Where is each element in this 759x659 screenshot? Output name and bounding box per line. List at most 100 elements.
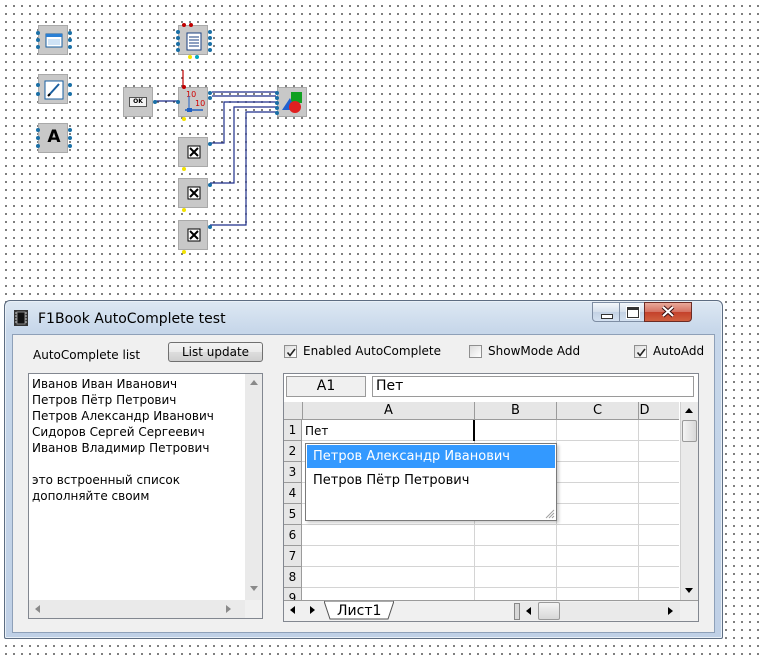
svg-text:10: 10 (186, 90, 196, 99)
row-header[interactable]: 5 (284, 504, 302, 525)
svg-text:10: 10 (195, 99, 205, 108)
sheet-grid[interactable]: A B C D 1 2 3 4 5 6 7 8 9 Пет Петров Але… (284, 402, 679, 600)
row-header[interactable]: 9 (284, 588, 302, 600)
checkmark-icon (286, 348, 296, 357)
f1book-component[interactable] (176, 23, 212, 59)
checkbox-component-1[interactable] (178, 137, 212, 171)
checkbox-component-3[interactable] (178, 220, 212, 254)
form-component[interactable] (36, 25, 72, 55)
column-header-d[interactable]: D (639, 402, 679, 420)
close-icon (661, 305, 675, 318)
title-bar[interactable]: F1Book AutoComplete test (5, 301, 722, 335)
minimize-button[interactable] (592, 302, 620, 322)
checkbox-x-icon (187, 145, 201, 159)
window-title: F1Book AutoComplete test (38, 311, 226, 327)
counter-component[interactable]: 10 10 (176, 85, 212, 121)
enabled-autocomplete-label: Enabled AutoComplete (303, 344, 441, 358)
row-header[interactable]: 3 (284, 462, 302, 483)
memo-line: Сидоров Сергей Сергеевич (32, 425, 205, 439)
resize-grip-icon[interactable] (543, 507, 555, 519)
document-icon (186, 32, 202, 51)
grid-line (638, 420, 639, 600)
checkbox-x-icon (187, 228, 201, 242)
minimize-icon (601, 314, 613, 319)
autocomplete-list-memo[interactable]: Иванов Иван Иванович Петров Пётр Петрови… (28, 373, 263, 619)
grid-line (302, 524, 679, 525)
tab-scroll-right-icon[interactable] (310, 606, 315, 614)
ok-icon: OK (129, 97, 147, 107)
checkbox-component-2[interactable] (178, 178, 212, 212)
row-header[interactable]: 4 (284, 483, 302, 504)
close-button[interactable] (644, 302, 692, 322)
scroll-left-icon[interactable] (526, 607, 531, 615)
app-icon (14, 310, 28, 326)
row-header[interactable]: 1 (284, 420, 302, 441)
row-header[interactable]: 2 (284, 441, 302, 462)
app-window: F1Book AutoComplete test AutoComplete li… (4, 300, 723, 639)
scroll-up-icon[interactable] (685, 408, 693, 413)
formula-input[interactable]: Пет (372, 376, 694, 397)
maximize-button[interactable] (619, 302, 645, 322)
memo-line: Иванов Иван Иванович (32, 377, 178, 391)
counter-icon: 10 10 (185, 90, 205, 112)
enabled-autocomplete-checkbox[interactable] (284, 345, 297, 358)
memo-line: Петров Александр Иванович (32, 409, 214, 423)
corner-header[interactable] (284, 402, 303, 420)
ok-button-component[interactable]: OK (123, 87, 157, 117)
column-header-a[interactable]: A (303, 402, 475, 420)
memo-line (32, 456, 214, 472)
grid-line (302, 587, 679, 588)
label-component[interactable]: A (36, 123, 72, 153)
designer-wires (154, 70, 276, 226)
memo-line: это встроенный список (32, 473, 180, 487)
showmode-add-checkbox[interactable] (469, 345, 482, 358)
row-header[interactable]: 7 (284, 546, 302, 567)
memo-horizontal-scrollbar[interactable] (29, 600, 245, 618)
autocomplete-popup[interactable]: Петров Александр Иванович Петров Пётр Пе… (305, 443, 557, 521)
sheet-horizontal-scrollbar[interactable] (520, 602, 680, 620)
maximize-icon (627, 307, 639, 318)
list-update-button[interactable]: List update (168, 342, 263, 362)
autocomplete-list-label: AutoComplete list (33, 348, 141, 362)
scrollbar-thumb[interactable] (538, 602, 560, 620)
memo-component[interactable] (36, 74, 72, 104)
checkmark-icon (636, 348, 646, 357)
active-cell[interactable] (303, 420, 475, 441)
grid-line (302, 566, 679, 567)
grid-line (302, 545, 679, 546)
shapes-icon (282, 92, 302, 113)
memo-line: Петров Пётр Петрович (32, 393, 177, 407)
scrollbar-thumb[interactable] (682, 420, 697, 442)
scroll-down-icon[interactable] (250, 586, 258, 591)
tab-scroll-left-icon[interactable] (290, 606, 295, 614)
memo-line: Иванов Владимир Петрович (32, 441, 210, 455)
column-header-c[interactable]: C (557, 402, 639, 420)
cell-a1[interactable]: Пет (305, 424, 328, 438)
autoadd-label: AutoAdd (653, 344, 705, 358)
suggestion-item[interactable]: Петров Пётр Петрович (307, 469, 555, 492)
f1book-spreadsheet[interactable]: A1 Пет A B C D 1 2 3 4 5 6 7 8 9 Пет Пет… (283, 373, 699, 622)
sheet-tab-label[interactable]: Лист1 (337, 603, 381, 619)
sheet-tab-bar: Лист1 (284, 600, 698, 621)
showmode-add-label: ShowMode Add (488, 344, 581, 358)
scroll-right-icon[interactable] (668, 607, 673, 615)
text-icon: A (47, 127, 61, 147)
scroll-down-icon[interactable] (685, 588, 693, 593)
suggestion-item[interactable]: Петров Александр Иванович (307, 445, 555, 468)
checkbox-x-icon (187, 186, 201, 200)
cell-reference-box[interactable]: A1 (286, 376, 366, 397)
memo-text: Иванов Иван Иванович Петров Пётр Петрови… (32, 376, 214, 504)
window-icon (45, 33, 63, 48)
shapes-component[interactable] (275, 87, 307, 117)
column-header-b[interactable]: B (475, 402, 557, 420)
memo-line: дополняйте своим (32, 489, 150, 503)
memo-vertical-scrollbar[interactable] (245, 374, 262, 600)
scrollbar-corner (245, 600, 262, 618)
scroll-left-icon[interactable] (35, 605, 40, 613)
row-header[interactable]: 6 (284, 525, 302, 546)
scroll-up-icon[interactable] (250, 380, 258, 385)
sheet-vertical-scrollbar[interactable] (680, 402, 698, 600)
scroll-right-icon[interactable] (226, 605, 231, 613)
row-header[interactable]: 8 (284, 567, 302, 588)
autoadd-checkbox[interactable] (634, 345, 647, 358)
